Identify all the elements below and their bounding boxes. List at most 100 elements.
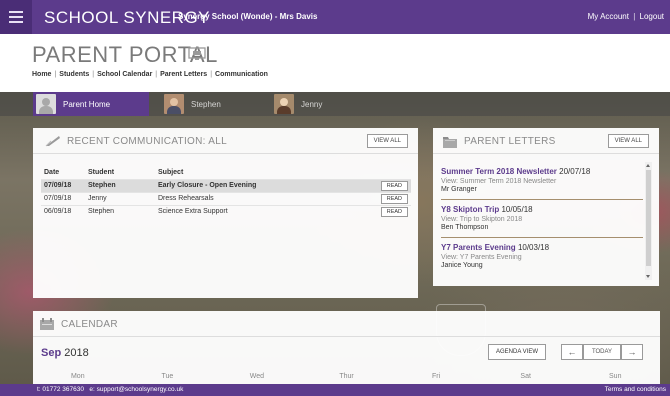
tab-parent-home[interactable]: Parent Home bbox=[33, 92, 149, 116]
tab-label: Stephen bbox=[191, 99, 221, 109]
letter-title[interactable]: Summer Term 2018 Newsletter bbox=[441, 167, 557, 176]
tab-label: Jenny bbox=[301, 99, 323, 109]
parent-letters-panel: PARENT LETTERS VIEW ALL Summer Term 2018… bbox=[433, 128, 659, 286]
nav-separator: | bbox=[155, 71, 158, 78]
read-button[interactable]: READ bbox=[380, 180, 408, 191]
my-account-link[interactable]: My Account bbox=[588, 12, 629, 21]
footer-phone: t: 01772 367630 bbox=[37, 386, 84, 393]
scroll-thumb[interactable] bbox=[646, 170, 651, 266]
cell-subject: Science Extra Support bbox=[155, 204, 371, 218]
avatar bbox=[36, 94, 56, 114]
recent-communication-panel: RECENT COMMUNICATION: ALL VIEW ALL Date … bbox=[33, 128, 418, 298]
cell-date: 06/09/18 bbox=[41, 204, 85, 218]
panel-title: RECENT COMMUNICATION: ALL bbox=[67, 136, 227, 147]
breadcrumb: Home | Students | School Calendar | Parent Let… bbox=[32, 71, 268, 78]
read-button[interactable]: READ bbox=[380, 193, 408, 204]
tab-label: Parent Home bbox=[63, 99, 111, 109]
view-all-button[interactable]: VIEW ALL bbox=[366, 134, 408, 148]
list-item[interactable]: Summer Term 2018 Newsletter 20/07/18 Vie… bbox=[441, 162, 643, 200]
panel-header: CALENDAR bbox=[33, 311, 660, 337]
letter-author: Mr Granger bbox=[441, 186, 477, 193]
school-name: Synergy School (Wonde) - Mrs Davis bbox=[178, 12, 318, 21]
letter-date: 10/03/18 bbox=[517, 243, 550, 252]
table-row[interactable]: 07/09/18 Jenny Dress Rehearsals READ bbox=[41, 191, 411, 205]
weekday-label: Sat bbox=[520, 373, 531, 380]
account-links: My Account | Logout bbox=[588, 12, 664, 21]
prev-month-button[interactable]: ← bbox=[561, 344, 583, 360]
tab-stephen[interactable]: Stephen bbox=[164, 92, 264, 116]
avatar bbox=[274, 94, 294, 114]
letters-scrollbar[interactable] bbox=[645, 162, 652, 280]
table-row[interactable]: 06/09/18 Stephen Science Extra Support R… bbox=[41, 204, 411, 218]
nav-separator: | bbox=[92, 71, 95, 78]
cell-student: Jenny bbox=[85, 191, 155, 205]
letter-date: 10/05/18 bbox=[501, 205, 533, 214]
read-button[interactable]: READ bbox=[380, 206, 408, 217]
student-tabs: Parent Home Stephen Jenny bbox=[0, 92, 670, 116]
footer-contact: t: 01772 367630 e: support@schoolsynergy… bbox=[37, 384, 183, 396]
panel-header: PARENT LETTERS VIEW ALL bbox=[433, 128, 659, 154]
footer-email[interactable]: e: support@schoolsynergy.co.uk bbox=[89, 386, 183, 393]
weekday-label: Tue bbox=[161, 373, 174, 380]
account-separator: | bbox=[633, 12, 636, 21]
calendar-panel: CALENDAR Sep 2018 AGENDA VIEW ← TODAY → … bbox=[33, 311, 660, 384]
communication-table: Date Student Subject 07/09/18 Stephen Ea… bbox=[41, 166, 411, 218]
next-month-button[interactable]: → bbox=[621, 344, 643, 360]
list-item[interactable]: Y7 Parents Evening 10/03/18 View: Y7 Par… bbox=[441, 238, 643, 275]
footer: t: 01772 367630 e: support@schoolsynergy… bbox=[0, 384, 670, 396]
scroll-up-icon[interactable] bbox=[646, 164, 650, 167]
calendar-icon bbox=[40, 318, 54, 330]
list-item[interactable]: Y8 Skipton Trip 10/05/18 View: Trip to S… bbox=[441, 200, 643, 238]
nav-school-calendar[interactable]: School Calendar bbox=[97, 71, 152, 78]
letters-list: Summer Term 2018 Newsletter 20/07/18 Vie… bbox=[441, 162, 643, 282]
view-all-button[interactable]: VIEW ALL bbox=[607, 134, 649, 148]
letter-title[interactable]: Y7 Parents Evening bbox=[441, 243, 516, 252]
column-header: Subject bbox=[158, 168, 184, 176]
letter-view-link[interactable]: View: Trip to Skipton 2018 bbox=[441, 216, 643, 223]
folder-icon bbox=[443, 137, 457, 148]
weekday-label: Sun bbox=[609, 373, 622, 380]
cell-subject: Early Closure - Open Evening bbox=[155, 178, 371, 192]
terms-link[interactable]: Terms and conditions bbox=[605, 384, 666, 396]
weekday-label: Mon bbox=[70, 373, 85, 380]
month-name: Sep bbox=[41, 347, 62, 359]
cell-date: 07/09/18 bbox=[41, 191, 85, 205]
nav-home[interactable]: Home bbox=[32, 71, 51, 78]
letter-view-link[interactable]: View: Summer Term 2018 Newsletter bbox=[441, 178, 643, 185]
cell-subject: Dress Rehearsals bbox=[155, 191, 371, 205]
nav-students[interactable]: Students bbox=[59, 71, 89, 78]
letter-title[interactable]: Y8 Skipton Trip bbox=[441, 205, 499, 214]
top-bar: SCHOOL SYNERGY Synergy School (Wonde) - … bbox=[0, 0, 670, 34]
quill-icon bbox=[45, 136, 60, 147]
letter-date: 20/07/18 bbox=[559, 167, 591, 176]
avatar bbox=[164, 94, 184, 114]
year: 2018 bbox=[64, 347, 89, 359]
cell-student: Stephen bbox=[85, 178, 155, 192]
cell-student: Stephen bbox=[85, 204, 155, 218]
monitor-icon bbox=[188, 47, 206, 60]
weekday-label: Fri bbox=[432, 373, 441, 380]
letter-author: Janice Young bbox=[441, 262, 483, 269]
weekday-label: Wed bbox=[249, 373, 265, 380]
calendar-month: Sep 2018 bbox=[41, 347, 89, 359]
column-header: Student bbox=[88, 168, 115, 176]
table-row[interactable]: 07/09/18 Stephen Early Closure - Open Ev… bbox=[41, 178, 411, 192]
logout-link[interactable]: Logout bbox=[640, 12, 664, 21]
cell-date: 07/09/18 bbox=[41, 178, 85, 192]
nav-parent-letters[interactable]: Parent Letters bbox=[160, 71, 207, 78]
panel-title: CALENDAR bbox=[61, 319, 118, 330]
menu-icon[interactable] bbox=[0, 0, 32, 34]
tab-jenny[interactable]: Jenny bbox=[274, 92, 364, 116]
scroll-down-icon[interactable] bbox=[646, 275, 650, 278]
agenda-view-button[interactable]: AGENDA VIEW bbox=[488, 344, 547, 360]
column-header: Date bbox=[44, 168, 60, 176]
letter-view-link[interactable]: View: Y7 Parents Evening bbox=[441, 254, 643, 261]
today-button[interactable]: TODAY bbox=[583, 344, 621, 360]
weekday-label: Thur bbox=[339, 373, 354, 380]
panel-title: PARENT LETTERS bbox=[464, 136, 556, 147]
nav-separator: | bbox=[210, 71, 213, 78]
weekday-header: Mon Tue Wed Thur Fri Sat Sun bbox=[33, 373, 660, 380]
panel-header: RECENT COMMUNICATION: ALL VIEW ALL bbox=[33, 128, 418, 154]
nav-communication[interactable]: Communication bbox=[215, 71, 268, 78]
letter-author: Ben Thompson bbox=[441, 224, 489, 231]
